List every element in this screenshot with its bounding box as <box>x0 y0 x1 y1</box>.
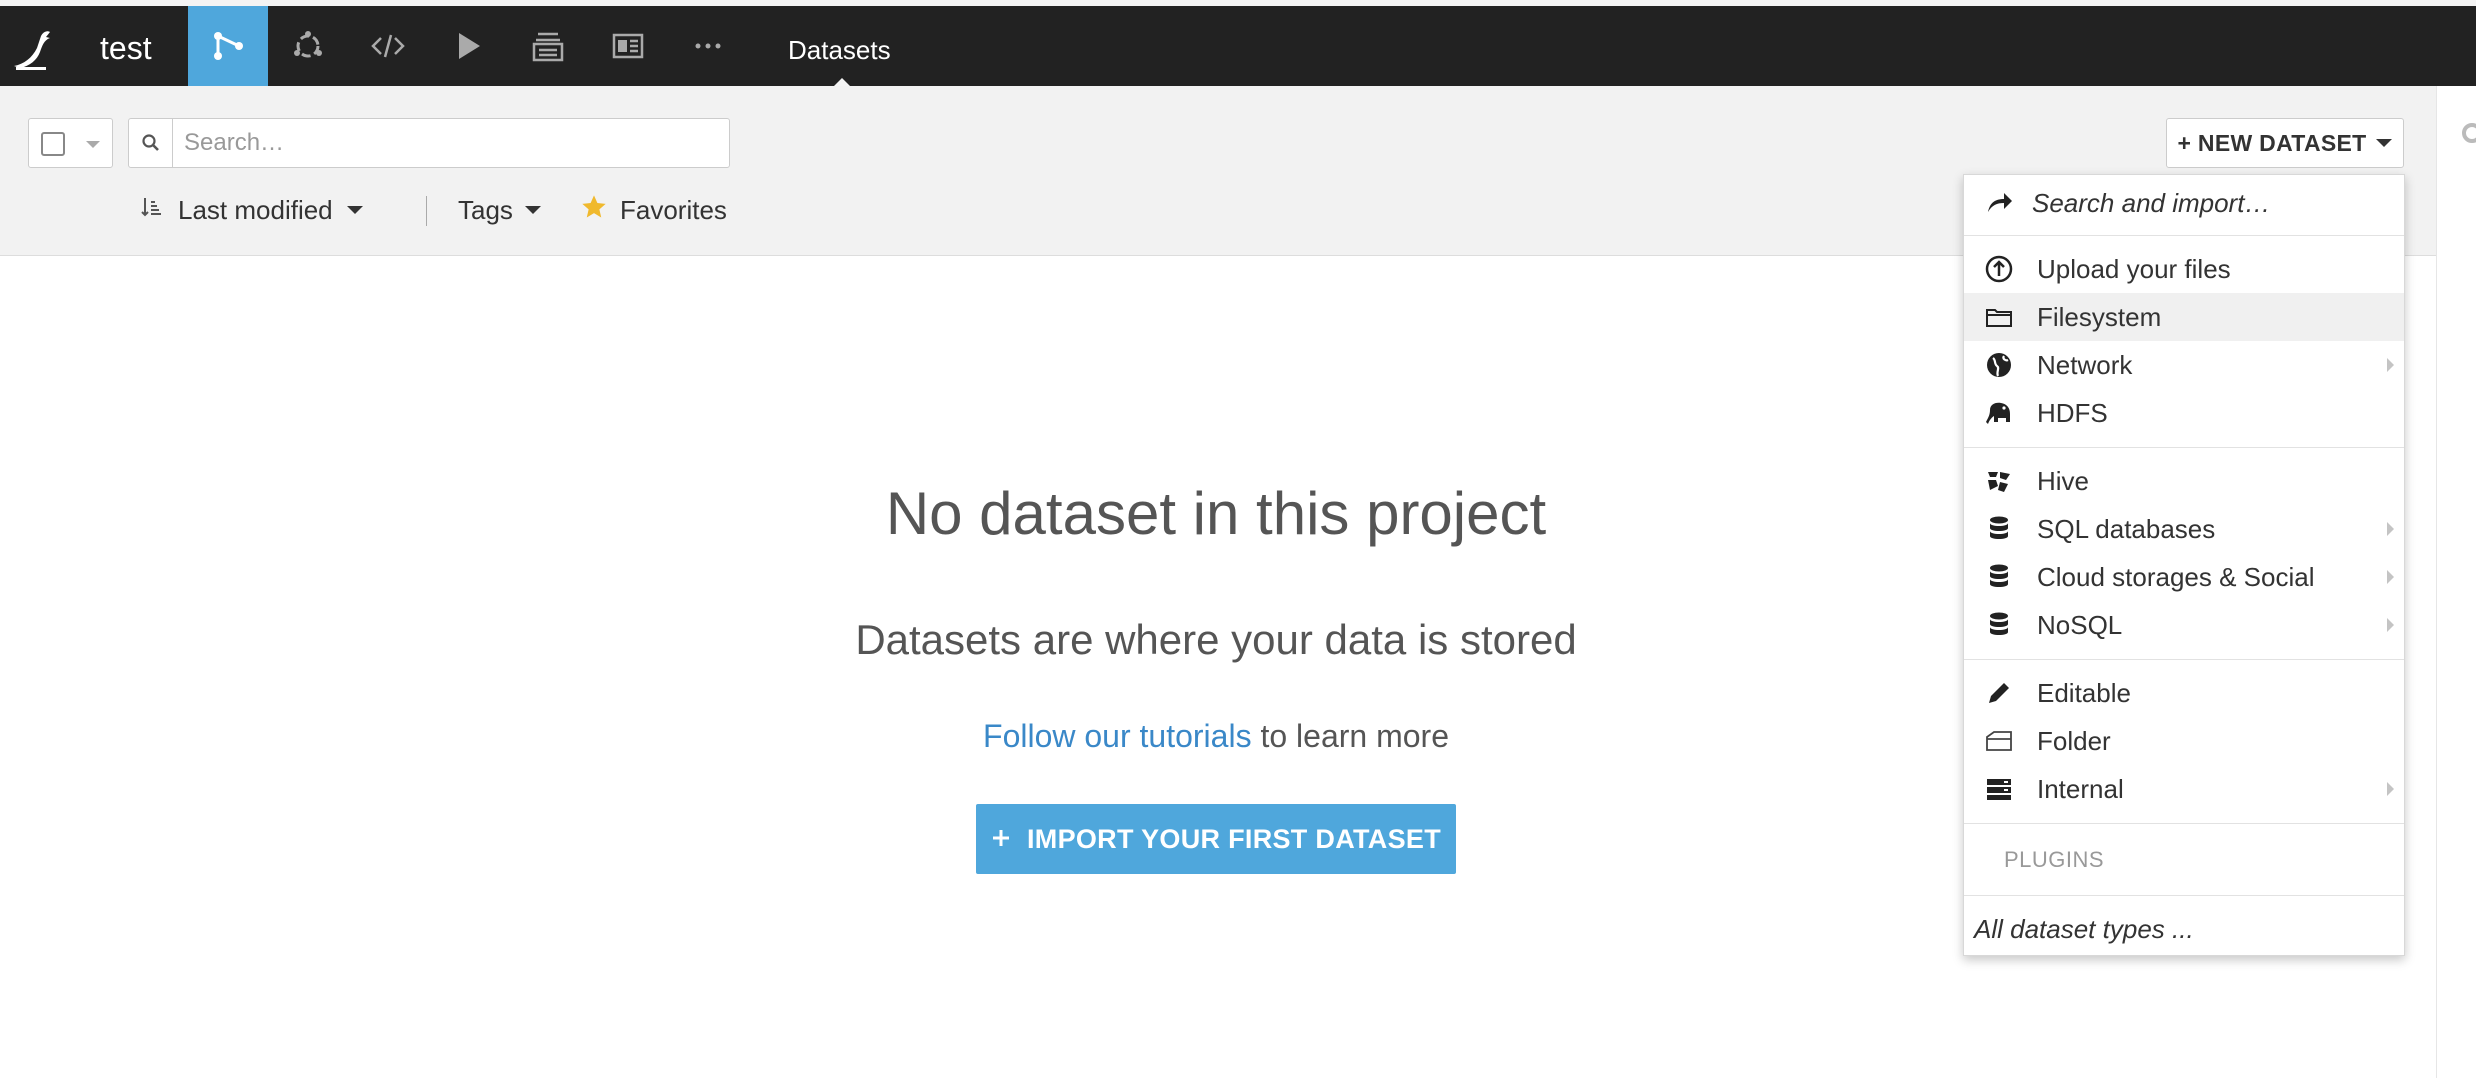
database-icon <box>1984 562 2014 592</box>
nosql-label: NoSQL <box>2037 609 2123 640</box>
share-arrow-icon <box>1984 188 2014 218</box>
project-name[interactable]: test <box>100 28 152 68</box>
deploy-icon[interactable] <box>508 6 588 86</box>
chevron-down-icon[interactable] <box>86 141 100 148</box>
search-import-label: Search and import… <box>2032 187 2271 218</box>
menu-divider <box>1964 895 2404 896</box>
run-icon[interactable] <box>428 6 508 86</box>
menu-item-editable[interactable]: Editable <box>1964 669 2404 717</box>
right-side-panel <box>2436 86 2476 1078</box>
internal-label: Internal <box>2037 773 2124 804</box>
new-dataset-label: + NEW DATASET <box>2177 129 2367 156</box>
server-icon <box>1984 774 2014 804</box>
sql-databases-label: SQL databases <box>2037 513 2216 544</box>
sort-icon <box>140 195 164 226</box>
menu-item-network[interactable]: Network <box>1964 341 2404 389</box>
new-dataset-button[interactable]: + NEW DATASET <box>2166 118 2404 168</box>
hdfs-label: HDFS <box>2037 397 2108 428</box>
select-all-dropdown[interactable] <box>28 118 113 168</box>
settings-icon[interactable] <box>2457 118 2476 148</box>
menu-item-upload[interactable]: Upload your files <box>1964 245 2404 293</box>
editable-label: Editable <box>2037 677 2131 708</box>
menu-item-filesystem[interactable]: Filesystem <box>1964 293 2404 341</box>
sort-label: Last modified <box>178 194 333 225</box>
empty-state-subtitle-text: Datasets are where your data is stored <box>855 616 1577 663</box>
lab-icon[interactable] <box>268 6 348 86</box>
search-icon <box>129 119 173 167</box>
empty-state-title-text: No dataset in this project <box>885 480 1547 547</box>
import-button-label: IMPORT YOUR FIRST DATASET <box>1026 823 1441 854</box>
current-section-title[interactable]: Datasets <box>788 33 891 67</box>
tags-label: Tags <box>458 194 513 225</box>
network-label: Network <box>2037 349 2133 380</box>
plugins-section-title: PLUGINS <box>2004 847 2105 872</box>
menu-item-internal[interactable]: Internal <box>1964 765 2404 813</box>
menu-divider <box>1964 823 2404 824</box>
tutorials-link[interactable]: Follow our tutorials <box>983 718 1252 754</box>
open-folder-icon <box>1984 726 2014 756</box>
database-icon <box>1984 514 2014 544</box>
menu-item-search-import[interactable]: Search and import… <box>1964 177 2404 229</box>
menu-divider <box>1964 447 2404 448</box>
filesystem-label: Filesystem <box>2037 301 2162 332</box>
globe-icon <box>1984 350 2014 380</box>
search-input[interactable] <box>174 119 729 167</box>
more-icon[interactable] <box>668 6 748 86</box>
tags-dropdown[interactable]: Tags <box>458 190 541 230</box>
menu-item-all-dataset-types[interactable]: All dataset types ... <box>1964 905 2404 953</box>
new-dataset-menu: Search and import… Upload your files Fil… <box>1963 174 2405 956</box>
chevron-right-icon <box>2387 522 2394 536</box>
menu-item-nosql[interactable]: NoSQL <box>1964 601 2404 649</box>
sort-dropdown[interactable]: Last modified <box>140 190 363 230</box>
select-all-checkbox[interactable] <box>41 132 65 156</box>
database-icon <box>1984 610 2014 640</box>
app-logo-icon[interactable] <box>10 24 60 74</box>
favorites-label: Favorites <box>620 194 727 225</box>
star-icon <box>580 193 608 228</box>
menu-item-folder[interactable]: Folder <box>1964 717 2404 765</box>
top-navigation-bar: test Datasets <box>0 0 2476 87</box>
pencil-icon <box>1984 678 2014 708</box>
code-icon[interactable] <box>348 6 428 86</box>
chevron-down-icon <box>524 206 541 214</box>
menu-divider <box>1964 235 2404 236</box>
chevron-right-icon <box>2387 570 2394 584</box>
menu-divider <box>1964 659 2404 660</box>
menu-item-sql-databases[interactable]: SQL databases <box>1964 505 2404 553</box>
folder-label: Folder <box>2037 725 2111 756</box>
menu-item-hive[interactable]: Hive <box>1964 457 2404 505</box>
tutorial-rest-text: to learn more <box>1251 718 1449 754</box>
favorites-filter[interactable]: Favorites <box>580 190 727 230</box>
upload-icon <box>1984 254 2014 284</box>
elephant-icon <box>1984 398 2014 428</box>
hive-icon <box>1984 466 2014 496</box>
cloud-storages-label: Cloud storages & Social <box>2037 561 2315 592</box>
menu-item-hdfs[interactable]: HDFS <box>1964 389 2404 437</box>
import-first-dataset-button[interactable]: IMPORT YOUR FIRST DATASET <box>976 804 1456 874</box>
upload-label: Upload your files <box>2037 253 2231 284</box>
chevron-right-icon <box>2387 782 2394 796</box>
chevron-down-icon <box>346 206 363 214</box>
menu-item-cloud-storages[interactable]: Cloud storages & Social <box>1964 553 2404 601</box>
all-dataset-types-label: All dataset types ... <box>1974 913 2194 944</box>
search-box <box>128 118 730 168</box>
flow-icon[interactable] <box>188 6 268 86</box>
plus-icon <box>991 824 1011 855</box>
chevron-down-icon <box>2376 139 2393 147</box>
chevron-right-icon <box>2387 618 2394 632</box>
folder-icon <box>1984 302 2014 332</box>
dashboard-icon[interactable] <box>588 6 668 86</box>
divider <box>426 196 427 226</box>
hive-label: Hive <box>2037 465 2090 496</box>
chevron-right-icon <box>2387 358 2394 372</box>
